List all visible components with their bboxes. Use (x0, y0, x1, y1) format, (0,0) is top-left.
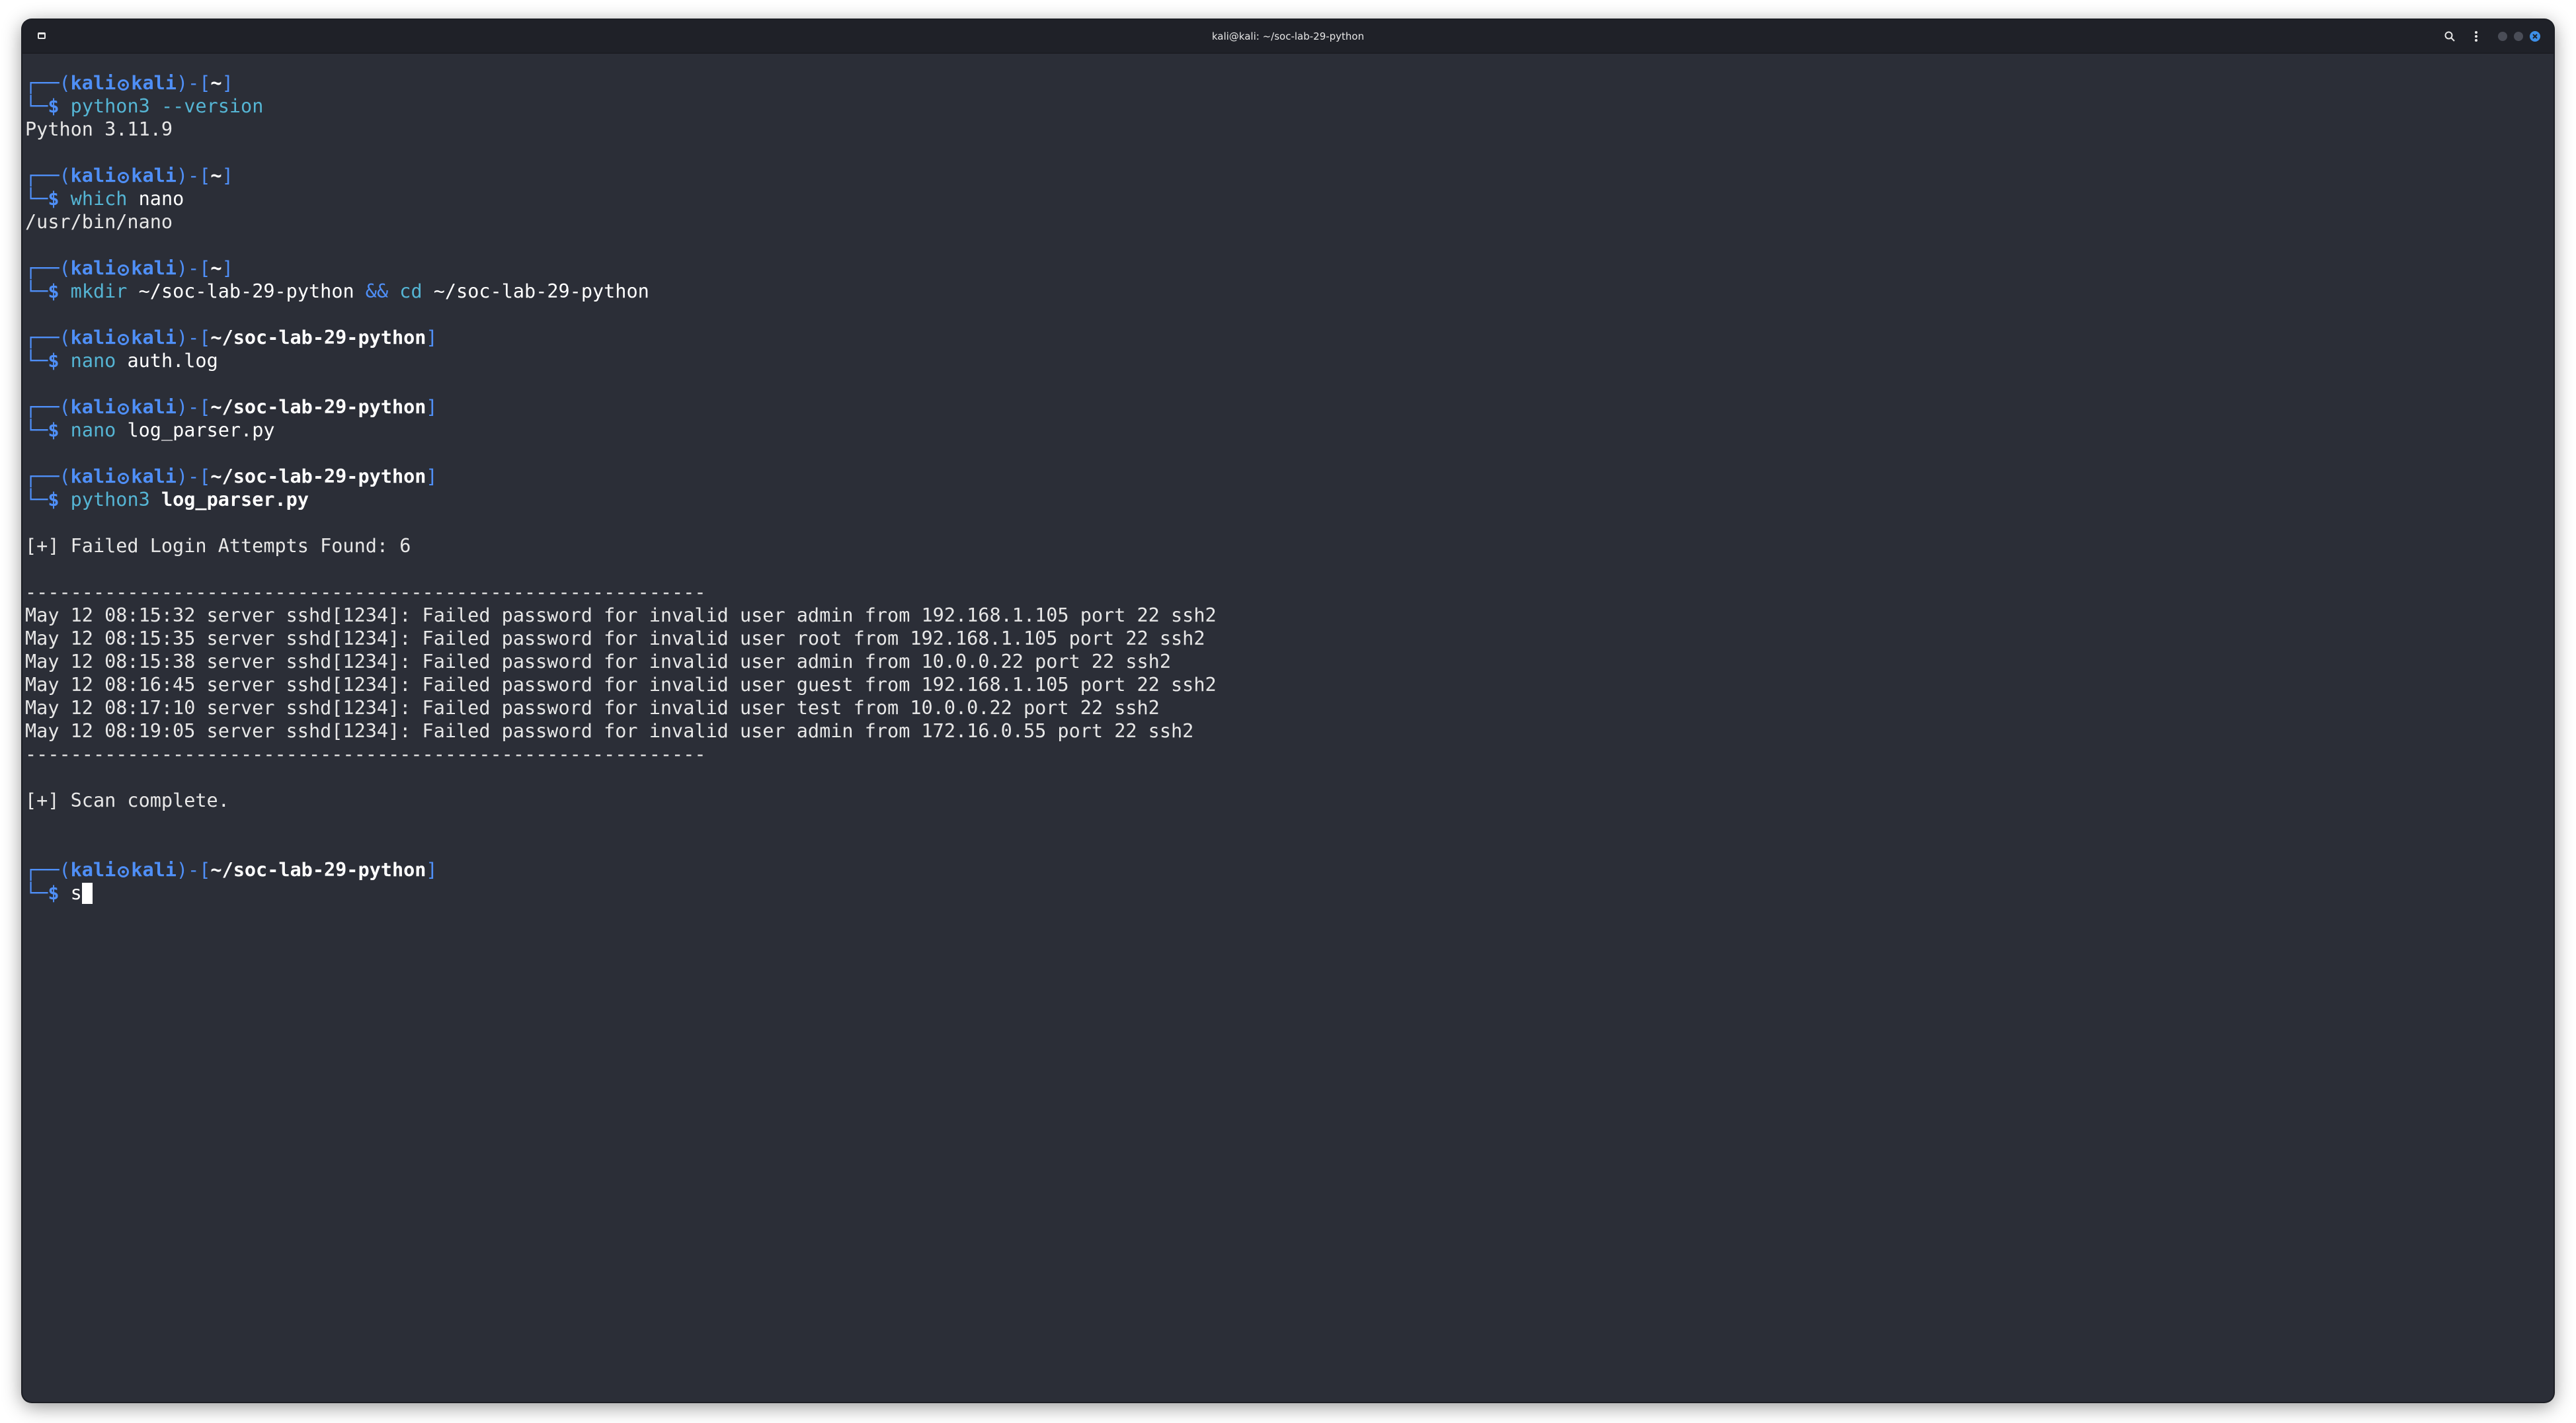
command-line: └─$ mkdir ~/soc-lab-29-python && cd ~/so… (25, 280, 649, 302)
log-line: May 12 08:15:32 server sshd[1234]: Faile… (25, 604, 1217, 626)
minimize-button[interactable] (2498, 32, 2507, 41)
prompt-line: ┌──(kali kali)-[~/soc-lab-29-python] (25, 327, 438, 348)
terminal-output[interactable]: ┌──(kali kali)-[~] └─$ python3 --version … (24, 53, 2530, 1395)
kali-skull-icon (118, 264, 130, 276)
kali-skull-icon (118, 334, 130, 345)
command-line: └─$ python3 --version (25, 95, 264, 117)
command-line: └─$ python3 log_parser.py (25, 489, 309, 510)
search-icon[interactable] (2441, 28, 2458, 45)
prompt-line: ┌──(kali kali)-[~] (25, 257, 233, 279)
separator-line: ----------------------------------------… (25, 581, 706, 603)
prompt-line: ┌──(kali kali)-[~] (25, 72, 233, 94)
kali-skull-icon (118, 172, 130, 183)
title-bar[interactable]: kali@kali: ~/soc-lab-29-python (22, 20, 2554, 54)
output-line: [+] Scan complete. (25, 790, 229, 811)
prompt-line: ┌──(kali kali)-[~] (25, 165, 233, 186)
kali-skull-icon (118, 403, 130, 415)
command-line: └─$ which nano (25, 188, 184, 210)
output-line: Python 3.11.9 (25, 118, 173, 140)
kali-skull-icon (118, 473, 130, 484)
separator-line: ----------------------------------------… (25, 743, 706, 765)
text-cursor (81, 883, 93, 904)
log-line: May 12 08:16:45 server sshd[1234]: Faile… (25, 674, 1217, 696)
window-title: kali@kali: ~/soc-lab-29-python (1211, 30, 1365, 42)
kali-skull-icon (118, 79, 130, 91)
prompt-line: ┌──(kali kali)-[~/soc-lab-29-python] (25, 859, 438, 881)
maximize-button[interactable] (2514, 32, 2523, 41)
command-line: └─$ nano auth.log (25, 350, 218, 372)
close-button[interactable] (2530, 31, 2540, 42)
log-line: May 12 08:19:05 server sshd[1234]: Faile… (25, 720, 1194, 742)
close-icon (2532, 34, 2538, 39)
current-input[interactable]: s (71, 882, 82, 904)
log-line: May 12 08:15:35 server sshd[1234]: Faile… (25, 628, 1205, 649)
prompt-line: ┌──(kali kali)-[~/soc-lab-29-python] (25, 466, 438, 487)
kebab-menu-icon[interactable] (2468, 28, 2485, 45)
log-line: May 12 08:17:10 server sshd[1234]: Faile… (25, 697, 1160, 719)
kali-skull-icon (118, 866, 130, 877)
prompt-line: ┌──(kali kali)-[~/soc-lab-29-python] (25, 396, 438, 418)
log-line: May 12 08:15:38 server sshd[1234]: Faile… (25, 651, 1172, 672)
output-line: /usr/bin/nano (25, 211, 173, 233)
output-line: [+] Failed Login Attempts Found: 6 (25, 535, 411, 557)
active-command-line[interactable]: └─$ s (25, 881, 93, 905)
command-line: └─$ nano log_parser.py (25, 419, 275, 441)
terminal-window: kali@kali: ~/soc-lab-29-python ┌──(kali … (22, 20, 2554, 1402)
